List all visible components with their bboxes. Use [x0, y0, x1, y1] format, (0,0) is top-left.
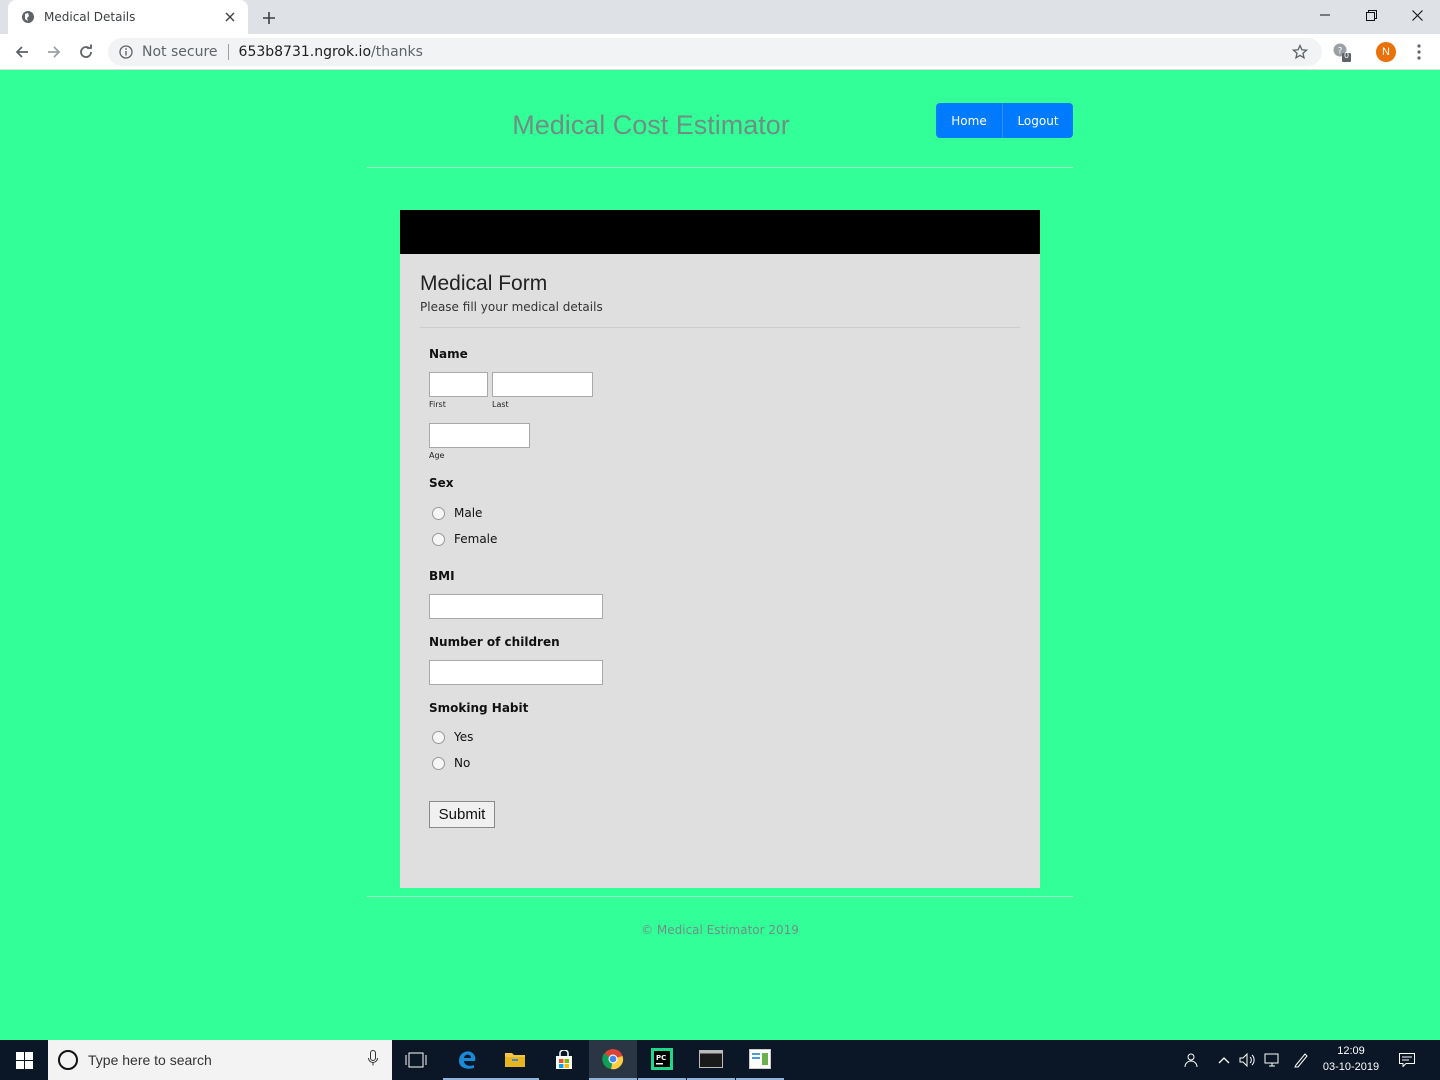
form-divider — [420, 327, 1020, 328]
url-path: /thanks — [371, 44, 423, 60]
card-header-bar — [400, 210, 1040, 254]
task-view-icon[interactable] — [392, 1040, 440, 1080]
new-tab-button[interactable] — [258, 7, 280, 29]
first-name-input[interactable] — [429, 372, 488, 397]
submit-button[interactable]: Submit — [429, 801, 495, 828]
clock-date: 03-10-2019 — [1322, 1061, 1380, 1073]
age-input[interactable] — [429, 423, 530, 448]
sex-option-male[interactable]: Male — [432, 506, 482, 520]
pycharm-icon[interactable]: PC — [638, 1040, 686, 1080]
minimize-icon[interactable] — [1302, 0, 1348, 30]
name-label: Name — [429, 347, 468, 361]
address-bar[interactable]: Not secure 653b8731.ngrok.io/thanks — [108, 38, 1322, 66]
taskbar-search-placeholder: Type here to search — [88, 1052, 212, 1068]
clock-time: 12:09 — [1337, 1045, 1365, 1057]
store-icon[interactable] — [540, 1040, 588, 1080]
children-label: Number of children — [429, 635, 560, 649]
forward-arrow-icon[interactable] — [42, 40, 66, 64]
info-icon[interactable] — [118, 44, 134, 60]
age-sublabel: Age — [429, 451, 445, 460]
extension-icon[interactable]: ? 0 — [1331, 41, 1353, 63]
bookmark-star-icon[interactable] — [1290, 42, 1310, 62]
menu-dots-icon[interactable] — [1408, 41, 1430, 63]
children-input[interactable] — [429, 660, 603, 685]
notification-icon[interactable] — [1394, 1040, 1420, 1080]
header-divider — [367, 167, 1073, 168]
back-arrow-icon[interactable] — [10, 40, 34, 64]
close-tab-icon[interactable] — [222, 9, 238, 25]
network-icon[interactable] — [1263, 1040, 1283, 1080]
browser-tab[interactable]: Medical Details — [8, 0, 248, 34]
taskbar-search[interactable]: Type here to search — [48, 1040, 392, 1080]
omnibox-separator — [227, 44, 229, 60]
radio-label: Male — [454, 506, 483, 520]
notes-icon[interactable] — [736, 1040, 784, 1080]
windows-start-icon[interactable] — [0, 1040, 48, 1080]
footer-text: © Medical Estimator 2019 — [641, 923, 799, 937]
top-nav: Home Logout — [936, 103, 1073, 138]
cortana-icon — [58, 1050, 78, 1070]
chevron-up-icon[interactable] — [1214, 1040, 1234, 1080]
svg-text:?: ? — [1338, 47, 1343, 57]
form-title: Medical Form — [420, 272, 548, 295]
first-name-sublabel: First — [429, 400, 446, 409]
globe-icon — [20, 9, 36, 25]
url-host: 653b8731.ngrok.io — [238, 44, 372, 60]
sex-option-female[interactable]: Female — [432, 532, 497, 546]
chrome-icon[interactable] — [589, 1040, 637, 1080]
taskbar-clock[interactable]: 12:09 03-10-2019 — [1318, 1043, 1384, 1075]
windows-taskbar: Type here to search PC 12:09 03-10-2019 — [0, 1040, 1440, 1080]
microphone-icon[interactable] — [368, 1050, 378, 1070]
people-icon[interactable] — [1178, 1040, 1202, 1080]
logout-button[interactable]: Logout — [1002, 103, 1073, 138]
radio-male[interactable] — [432, 506, 445, 520]
file-explorer-icon[interactable] — [491, 1040, 539, 1080]
smoking-label: Smoking Habit — [429, 701, 529, 715]
tab-title: Medical Details — [44, 10, 136, 24]
terminal-icon[interactable] — [687, 1040, 735, 1080]
profile-avatar[interactable]: N — [1376, 42, 1396, 62]
security-label: Not secure — [142, 44, 218, 60]
restore-icon[interactable] — [1348, 0, 1394, 30]
home-button[interactable]: Home — [936, 103, 1002, 138]
last-name-sublabel: Last — [492, 400, 509, 409]
footer-divider — [367, 896, 1073, 897]
last-name-input[interactable] — [492, 372, 593, 397]
radio-female[interactable] — [432, 532, 445, 546]
volume-icon[interactable] — [1238, 1040, 1258, 1080]
sex-label: Sex — [429, 476, 454, 490]
pen-icon[interactable] — [1290, 1040, 1312, 1080]
extension-badge: 0 — [1344, 51, 1350, 60]
svg-text:PC: PC — [656, 1054, 666, 1062]
radio-label: Yes — [454, 730, 474, 744]
medical-form-card: Medical Form Please fill your medical de… — [400, 210, 1040, 888]
bmi-label: BMI — [429, 569, 455, 583]
bmi-input[interactable] — [429, 594, 603, 619]
form-subtitle: Please fill your medical details — [420, 300, 603, 314]
smoking-option-no[interactable]: No — [432, 756, 470, 770]
browser-toolbar: Not secure 653b8731.ngrok.io/thanks ? 0 … — [0, 34, 1440, 70]
radio-no[interactable] — [432, 756, 445, 770]
radio-label: Female — [454, 532, 498, 546]
radio-yes[interactable] — [432, 730, 445, 744]
browser-titlebar: Medical Details — [0, 0, 1440, 34]
site-title: Medical Cost Estimator — [512, 110, 790, 140]
reload-icon[interactable] — [74, 40, 98, 64]
radio-label: No — [454, 756, 471, 770]
close-window-icon[interactable] — [1394, 0, 1440, 30]
edge-icon[interactable] — [443, 1040, 491, 1080]
smoking-option-yes[interactable]: Yes — [432, 730, 473, 744]
